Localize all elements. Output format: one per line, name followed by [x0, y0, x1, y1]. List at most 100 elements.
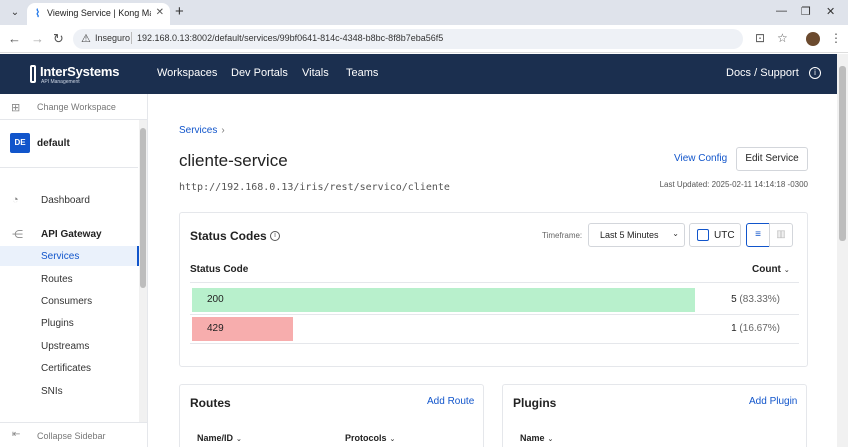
- url-text[interactable]: 192.168.0.13:8002/default/services/99bf0…: [137, 33, 443, 43]
- sidebar-item-consumers[interactable]: Consumers: [41, 296, 92, 307]
- count-pct-200: (83.33%): [739, 294, 780, 305]
- count-value-200: 5: [731, 294, 737, 305]
- utc-toggle[interactable]: UTC: [689, 223, 741, 247]
- warning-icon[interactable]: ⚠: [81, 32, 91, 45]
- sidebar: ⊞ Change Workspace DE default ◔ Dashboar…: [0, 94, 148, 447]
- breadcrumb: Services ›: [179, 125, 225, 136]
- nav-workspaces[interactable]: Workspaces: [157, 67, 217, 79]
- add-route-button[interactable]: Add Route: [427, 396, 474, 407]
- status-bar-200: 200: [192, 288, 695, 312]
- info-icon[interactable]: i: [809, 67, 821, 79]
- browser-menu-icon[interactable]: ⋮: [830, 31, 842, 45]
- view-config-button[interactable]: View Config: [674, 153, 727, 164]
- kong-favicon-icon: ⌇: [35, 8, 41, 20]
- routes-title: Routes: [190, 396, 231, 410]
- nav-vitals[interactable]: Vitals: [302, 67, 329, 79]
- sidebar-item-services[interactable]: Services: [41, 251, 79, 262]
- routes-card: Routes Add Route Name/ID ⌄ Protocols ⌄: [179, 384, 484, 447]
- chevron-down-icon: ⌄: [672, 229, 679, 238]
- column-count-label: Count: [752, 264, 781, 275]
- count-429: 1 (16.67%): [730, 323, 780, 334]
- status-codes-title: Status Codes: [190, 229, 267, 243]
- restore-icon[interactable]: ❐: [801, 5, 811, 18]
- header-divider: [190, 282, 799, 283]
- sort-chevron-icon: ⌄: [783, 267, 790, 274]
- browser-tab[interactable]: ⌇ Viewing Service | Kong Manager ✕: [27, 3, 170, 25]
- window-close-icon[interactable]: ✕: [826, 5, 835, 18]
- back-icon[interactable]: ←: [8, 31, 21, 47]
- utc-label: UTC: [714, 230, 735, 241]
- routes-col-protocols-label: Protocols: [345, 433, 387, 443]
- browser-address-bar: ← → ↻ ⚠ Inseguro 192.168.0.13:8002/defau…: [0, 25, 848, 53]
- chevron-down-icon: ⌄: [547, 436, 554, 443]
- timeframe-select[interactable]: Last 5 Minutes ⌄: [588, 223, 685, 247]
- collapse-sidebar-label[interactable]: Collapse Sidebar: [37, 431, 106, 441]
- bookmark-star-icon[interactable]: ☆: [777, 31, 788, 45]
- change-workspace[interactable]: ⊞ Change Workspace: [0, 94, 147, 120]
- page-scrollbar[interactable]: [837, 54, 848, 447]
- logo[interactable]: InterSystems: [40, 64, 119, 79]
- collapse-sidebar[interactable]: ⇤ Collapse Sidebar: [0, 422, 147, 447]
- minimize-icon[interactable]: —: [776, 5, 787, 17]
- api-gateway-icon: ⋲: [12, 229, 23, 241]
- status-codes-card: Status Codes i Timeframe: Last 5 Minutes…: [179, 212, 808, 367]
- sidebar-item-upstreams[interactable]: Upstreams: [41, 341, 89, 352]
- new-tab-icon[interactable]: +: [175, 3, 184, 21]
- status-code-429: 429: [207, 323, 224, 334]
- sidebar-item-plugins[interactable]: Plugins: [41, 318, 74, 329]
- nav-dev-portals[interactable]: Dev Portals: [231, 67, 288, 79]
- plugins-title: Plugins: [513, 396, 557, 410]
- chart-view-icon[interactable]: ▥: [769, 223, 793, 247]
- status-codes-info-icon[interactable]: i: [270, 231, 280, 241]
- tab-close-icon[interactable]: ✕: [156, 7, 164, 18]
- collapse-arrow-icon: ⇤: [12, 429, 21, 440]
- sidebar-item-dashboard[interactable]: Dashboard: [41, 195, 90, 206]
- routes-col-protocols[interactable]: Protocols ⌄: [345, 433, 395, 443]
- profile-avatar[interactable]: [806, 32, 820, 46]
- sidebar-item-snis[interactable]: SNIs: [41, 386, 63, 397]
- translate-icon[interactable]: ⊡: [755, 31, 765, 45]
- chevron-down-icon: ⌄: [236, 436, 242, 443]
- insecure-label[interactable]: Inseguro: [95, 33, 130, 43]
- routes-col-name-label: Name/ID: [197, 433, 234, 443]
- workspace-name[interactable]: default: [37, 138, 70, 149]
- tab-search-chevron-icon[interactable]: ⌄: [6, 4, 24, 22]
- column-count[interactable]: Count ⌄: [752, 264, 790, 275]
- list-view-icon[interactable]: ≡: [746, 223, 770, 247]
- workspace-badge[interactable]: DE: [10, 133, 30, 153]
- url-field[interactable]: ⚠ Inseguro 192.168.0.13:8002/default/ser…: [73, 29, 743, 49]
- page-title: cliente-service: [179, 151, 288, 170]
- plugins-col-name[interactable]: Name ⌄: [520, 433, 553, 443]
- utc-checkbox[interactable]: [697, 229, 709, 241]
- timeframe-value: Last 5 Minutes: [600, 230, 659, 240]
- sidebar-scrollbar[interactable]: [139, 120, 147, 422]
- forward-icon[interactable]: →: [31, 31, 44, 47]
- row-divider: [190, 343, 799, 344]
- change-workspace-label[interactable]: Change Workspace: [37, 102, 116, 112]
- routes-col-name[interactable]: Name/ID ⌄: [197, 433, 242, 443]
- nav-docs-support[interactable]: Docs / Support: [726, 67, 799, 79]
- sidebar-item-certificates[interactable]: Certificates: [41, 363, 91, 374]
- sidebar-item-api-gateway[interactable]: API Gateway: [41, 229, 102, 240]
- nav-teams[interactable]: Teams: [346, 67, 378, 79]
- count-200: 5 (83.33%): [730, 294, 780, 305]
- browser-tab-bar: ⌄ ⌇ Viewing Service | Kong Manager ✕ + —…: [0, 0, 848, 25]
- add-plugin-button[interactable]: Add Plugin: [749, 396, 797, 407]
- status-bar-429: 429: [192, 317, 293, 341]
- breadcrumb-services[interactable]: Services: [179, 125, 217, 136]
- breadcrumb-chevron-icon: ›: [221, 125, 225, 136]
- sidebar-scroll-thumb[interactable]: [140, 128, 146, 288]
- plugins-col-name-label: Name: [520, 433, 545, 443]
- count-pct-429: (16.67%): [739, 323, 780, 334]
- url-separator: [131, 32, 132, 44]
- app-header: InterSystems API Management Workspaces D…: [0, 54, 837, 94]
- page-scroll-thumb[interactable]: [839, 66, 846, 241]
- sidebar-item-routes[interactable]: Routes: [41, 274, 73, 285]
- tab-title: Viewing Service | Kong Manager: [47, 8, 151, 18]
- main-content: Services › cliente-service View Config Ed…: [148, 94, 837, 447]
- column-status-code: Status Code: [190, 264, 249, 275]
- edit-service-button[interactable]: Edit Service: [736, 147, 808, 171]
- intersystems-logo-icon: [30, 65, 36, 83]
- timeframe-label: Timeframe:: [542, 231, 583, 240]
- reload-icon[interactable]: ↻: [53, 31, 64, 47]
